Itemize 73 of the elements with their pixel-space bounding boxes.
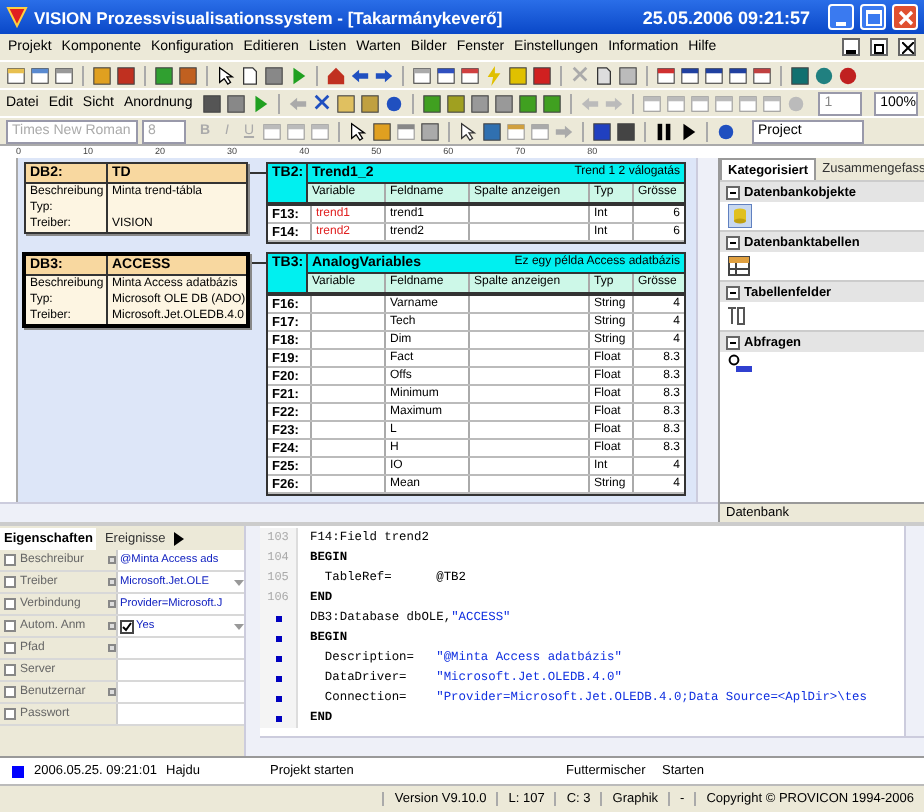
checkbox-icon[interactable] [4, 598, 16, 610]
tab-scroll-icon[interactable] [173, 531, 184, 545]
cursor-icon[interactable] [348, 121, 368, 141]
clock: 25.05.2006 09:21:57 [642, 7, 810, 27]
collapse-icon[interactable] [726, 285, 740, 299]
align-icon[interactable] [690, 93, 711, 113]
maximize-icon[interactable] [865, 9, 881, 25]
vertical-scrollbar[interactable] [696, 158, 718, 502]
ellipsis-button[interactable] [108, 688, 116, 696]
collapse-icon[interactable] [726, 335, 740, 349]
table-icon[interactable] [728, 256, 750, 276]
window-icon[interactable] [728, 65, 748, 85]
windows-icon[interactable] [680, 65, 700, 85]
collapse-icon[interactable] [726, 235, 740, 249]
dropdown-arrow-icon[interactable] [234, 579, 244, 585]
square-icon[interactable] [542, 93, 563, 113]
checkbox-icon[interactable] [4, 642, 16, 654]
page-icon[interactable] [240, 65, 260, 85]
align-icon[interactable] [714, 93, 735, 113]
horizontal-scrollbar[interactable] [0, 502, 718, 522]
vertical-scrollbar[interactable] [244, 526, 260, 756]
window-icon[interactable] [752, 65, 772, 85]
window-icon[interactable] [656, 65, 676, 85]
ellipsis-button[interactable] [108, 622, 116, 630]
app-logo-icon [6, 6, 28, 28]
checkbox-icon[interactable] [4, 708, 16, 720]
property-value-field[interactable] [118, 638, 244, 658]
align-icon[interactable] [738, 93, 759, 113]
window-icon[interactable] [704, 65, 724, 85]
table-node[interactable] [266, 252, 686, 496]
checkbox-icon[interactable] [4, 620, 16, 632]
property-value-field[interactable] [118, 682, 244, 702]
query-icon[interactable] [728, 354, 752, 374]
align-icon[interactable] [642, 93, 663, 113]
window-title: VISION Prozessvisualisationssystem - [Takarmánykeverő] [34, 7, 505, 27]
property-value-field[interactable] [118, 704, 244, 724]
square-icon[interactable] [446, 93, 467, 113]
checkbox-icon[interactable] [4, 576, 16, 588]
square-icon[interactable] [470, 93, 491, 113]
align-icon[interactable] [262, 121, 282, 141]
align-icon[interactable] [286, 121, 306, 141]
checkbox-icon[interactable] [4, 554, 16, 566]
ellipsis-button[interactable] [108, 644, 116, 652]
vertical-scrollbar[interactable] [904, 526, 924, 736]
align-icon[interactable] [666, 93, 687, 113]
dropdown-arrow-icon[interactable] [234, 623, 244, 629]
cursor-icon[interactable] [216, 65, 236, 85]
house-icon[interactable] [326, 65, 346, 85]
arrow-right-icon[interactable] [374, 65, 394, 85]
align-icon[interactable] [762, 93, 783, 113]
collapse-icon[interactable] [726, 185, 740, 199]
stop-icon[interactable] [264, 65, 284, 85]
code-editor[interactable] [260, 526, 924, 756]
align-icon[interactable] [310, 121, 330, 141]
frame-icon[interactable] [396, 121, 416, 141]
maximize-button[interactable] [860, 4, 886, 30]
pause-icon[interactable] [654, 121, 674, 141]
dot-icon[interactable] [786, 93, 807, 113]
field-icon[interactable] [728, 306, 746, 326]
pointer-icon[interactable] [458, 121, 478, 141]
property-value-field[interactable] [118, 660, 244, 680]
square-icon[interactable] [422, 93, 443, 113]
ellipsis-button[interactable] [108, 556, 116, 564]
stop-icon[interactable] [226, 93, 247, 113]
square-icon[interactable] [494, 93, 515, 113]
checkbox-icon[interactable] [4, 664, 16, 676]
arrow-left-icon[interactable] [350, 65, 370, 85]
checkbox-icon[interactable] [4, 686, 16, 698]
ellipsis-button[interactable] [108, 600, 116, 608]
horizontal-scrollbar[interactable] [260, 736, 924, 756]
checkbox[interactable] [120, 619, 134, 633]
square-icon[interactable] [518, 93, 539, 113]
ellipsis-button[interactable] [108, 578, 116, 586]
